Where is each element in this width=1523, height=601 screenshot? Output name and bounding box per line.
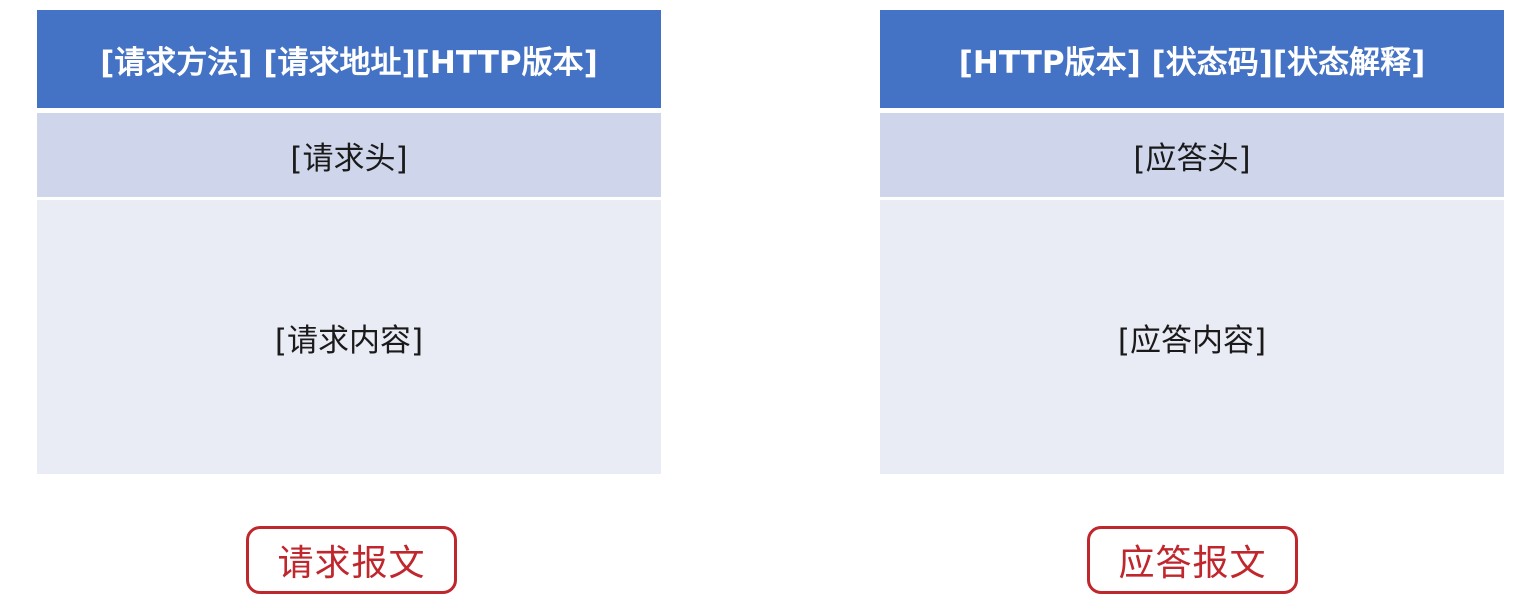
response-body: [应答内容] <box>880 200 1504 474</box>
request-headers: [请求头] <box>37 113 661 197</box>
request-message-caption: 请求报文 <box>246 526 457 594</box>
request-body: [请求内容] <box>37 200 661 474</box>
response-message-caption: 应答报文 <box>1087 526 1298 594</box>
request-line: [请求方法] [请求地址][HTTP版本] <box>37 10 661 108</box>
request-message-table: [请求方法] [请求地址][HTTP版本] [请求头] [请求内容] <box>37 10 661 474</box>
response-headers: [应答头] <box>880 113 1504 197</box>
status-line: [HTTP版本] [状态码][状态解释] <box>880 10 1504 108</box>
response-message-table: [HTTP版本] [状态码][状态解释] [应答头] [应答内容] <box>880 10 1504 474</box>
